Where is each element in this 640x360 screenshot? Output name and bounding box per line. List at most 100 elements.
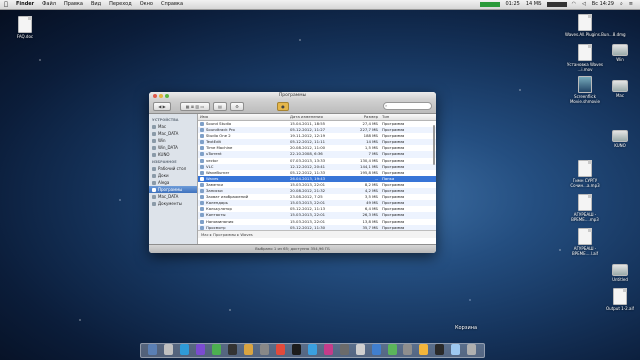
desktop-icon-waves-dmg[interactable]: Waves.All.Plugins.Bun...8.dmg — [565, 14, 626, 37]
menu-view[interactable]: Вид — [87, 0, 105, 9]
menu-help[interactable]: Справка — [157, 0, 187, 9]
sidebar-item-win[interactable]: Win — [149, 137, 197, 144]
dock-app-icon[interactable] — [244, 344, 254, 355]
hard-drive-icon — [152, 152, 156, 157]
dock-app-icon[interactable] — [451, 344, 461, 355]
search-input[interactable] — [383, 102, 432, 110]
window-controls — [153, 93, 169, 98]
sidebar-item-documents[interactable]: Документы — [149, 200, 197, 207]
desktop-icon-untitled[interactable]: Untitled — [600, 260, 640, 282]
view-mode-buttons[interactable]: ▦ ≣ ▥ ▭ — [180, 101, 210, 111]
desktop-icon-faq[interactable]: FAQ.doc — [5, 16, 45, 39]
desktop-icon-anthem-mp3[interactable]: Гимн СУРГУ Сочин...a.mp3 — [565, 160, 605, 188]
sidebar-item-docs[interactable]: Доки — [149, 172, 197, 179]
menu-edit[interactable]: Правка — [60, 0, 87, 9]
dock-app-icon[interactable] — [323, 344, 333, 355]
file-name: Soundtrack Pro — [206, 127, 235, 133]
app-icon — [200, 140, 204, 145]
sidebar-header-devices: УСТРОЙСТВА — [152, 118, 179, 122]
dock-app-icon[interactable] — [275, 344, 285, 355]
desktop-icon-output-aif[interactable]: Output 1-2.aif — [600, 288, 640, 311]
sidebar-item-mac-data-fav[interactable]: Mac_DATA — [149, 193, 197, 200]
dock-app-icon[interactable] — [355, 344, 365, 355]
path-bar[interactable]: Mac ▸ Программы ▸ Waves — [198, 230, 436, 238]
desktop-icon — [152, 166, 156, 171]
sidebar-item-win-data[interactable]: Win_DATA — [149, 144, 197, 151]
dock-app-icon[interactable] — [212, 344, 222, 355]
sidebar-item-applications[interactable]: Программы — [149, 186, 197, 193]
desktop-icon-waves-mov[interactable]: Установка Waves ...i.mov — [565, 44, 605, 72]
app-icon — [200, 182, 204, 187]
desktop-icon-label: FAQ.doc — [16, 34, 34, 39]
status-bar: Выбрано 1 из 65; доступно 354,96 ГБ — [149, 244, 436, 253]
finder-titlebar[interactable]: Программы — [149, 92, 436, 99]
desktop-icon-label: KUNO — [614, 143, 626, 148]
dock-app-icon[interactable] — [467, 344, 477, 355]
column-header-extra[interactable] — [426, 114, 433, 120]
hard-drive-icon — [152, 124, 156, 129]
volume-icon[interactable]: ◁ — [579, 0, 589, 9]
audio-file-icon — [578, 228, 592, 245]
dock-app-icon[interactable] — [419, 344, 429, 355]
desktop-icon-agurbash-aif[interactable]: АГУРБАШ - ВРЕМЕ....l.aif — [565, 228, 605, 256]
wifi-icon[interactable]: ◠ — [569, 0, 579, 9]
clock-readout[interactable]: 01:25 — [502, 0, 522, 9]
memory-readout[interactable]: 14 МБ — [523, 0, 545, 9]
app-icon — [200, 170, 204, 175]
apple-icon[interactable]:  — [0, 0, 12, 9]
datetime[interactable]: Вс 14:29 — [589, 0, 617, 9]
column-header-name[interactable]: Имя — [198, 114, 288, 120]
dock-app-icon[interactable] — [339, 344, 349, 355]
sidebar-item-mac-data[interactable]: Mac_DATA — [149, 130, 197, 137]
vertical-scrollbar[interactable] — [432, 121, 436, 221]
desktop-icon-mac[interactable]: Mac — [600, 76, 640, 98]
spotlight-icon[interactable]: ⌕ — [617, 0, 626, 9]
dock-app-icon[interactable] — [164, 344, 174, 355]
dock-app-icon[interactable] — [291, 344, 301, 355]
desktop-icon-agurbash-mp3[interactable]: АГУРБАШ - ВРЕМЕ....mp3 — [565, 194, 605, 222]
column-header-size[interactable]: Размер — [356, 114, 380, 120]
desktop-icon-label: Untitled — [612, 277, 628, 282]
dock-app-icon[interactable] — [180, 344, 190, 355]
menu-file[interactable]: Файл — [38, 0, 60, 9]
dock-app-icon[interactable] — [260, 344, 270, 355]
arrange-button[interactable]: ▤ — [213, 101, 227, 111]
applications-icon — [152, 187, 156, 192]
dock-app-icon[interactable] — [148, 344, 158, 355]
sidebar-item-label: Рабочий стол — [158, 166, 187, 171]
activity-meter-icon[interactable] — [546, 2, 567, 7]
menu-window[interactable]: Окно — [136, 0, 157, 9]
sidebar-item-alega[interactable]: Alega — [149, 179, 197, 186]
dock-app-icon[interactable] — [307, 344, 317, 355]
sidebar-item-kuno[interactable]: KUNO — [149, 151, 197, 158]
minimize-icon[interactable] — [159, 93, 163, 98]
desktop-icon-kuno[interactable]: KUNO — [600, 126, 640, 148]
back-forward-button[interactable]: ◀ ▶ — [153, 101, 171, 111]
dock-app-icon[interactable] — [228, 344, 238, 355]
column-header-kind[interactable]: Тип — [380, 114, 426, 120]
desktop-icon-win[interactable]: Win — [600, 40, 640, 62]
cpu-meter-icon[interactable] — [480, 2, 501, 7]
dock-app-icon[interactable] — [403, 344, 413, 355]
notification-list-icon[interactable]: ≡ — [626, 0, 636, 9]
dock-app-icon[interactable] — [371, 344, 381, 355]
sidebar-item-desktop[interactable]: Рабочий стол — [149, 165, 197, 172]
finder-body: УСТРОЙСТВА Mac Mac_DATA Win Win_DATA KUN… — [149, 114, 436, 247]
audio-file-icon — [578, 160, 592, 177]
close-icon[interactable] — [153, 93, 157, 98]
sidebar-item-label: Mac_DATA — [158, 131, 179, 136]
action-gear-button[interactable]: ⚙ — [230, 101, 244, 111]
desktop-icon-screenflick[interactable]: Screenflick Movie.shmovie — [565, 76, 605, 104]
file-name: Просмотр — [206, 224, 226, 230]
zoom-icon[interactable] — [165, 93, 169, 98]
share-button[interactable]: ● — [277, 101, 289, 111]
dock-app-icon[interactable] — [196, 344, 206, 355]
file-list: Имя Дата изменения Размер Тип Sound Stud… — [198, 114, 436, 247]
menu-finder[interactable]: Finder — [12, 0, 38, 9]
dock-app-icon[interactable] — [435, 344, 445, 355]
menu-go[interactable]: Переход — [105, 0, 136, 9]
column-header-date[interactable]: Дата изменения — [288, 114, 356, 120]
sidebar-item-mac[interactable]: Mac — [149, 123, 197, 130]
dock-app-icon[interactable] — [387, 344, 397, 355]
sidebar-item-label: Mac_DATA — [158, 194, 179, 199]
